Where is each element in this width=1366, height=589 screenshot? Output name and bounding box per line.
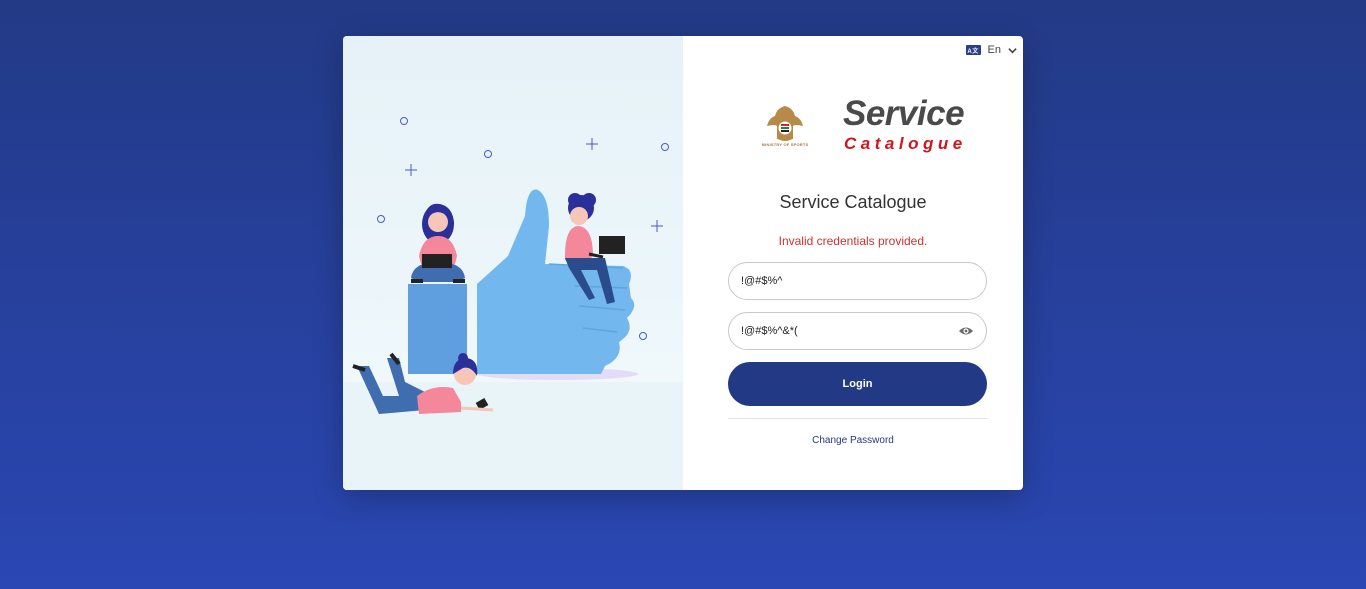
login-panel: A文 En MINISTRY OF SPORTS Service Catalog…: [683, 36, 1023, 490]
login-card: A文 En MINISTRY OF SPORTS Service Catalog…: [343, 36, 1023, 490]
translate-icon: A文: [965, 45, 981, 55]
emblem-caption: MINISTRY OF SPORTS: [761, 142, 809, 147]
eye-icon[interactable]: [958, 325, 974, 337]
thumbs-up-illustration: [343, 117, 683, 490]
username-input[interactable]: [741, 275, 974, 287]
chevron-down-icon: [1008, 47, 1017, 53]
error-message: Invalid credentials provided.: [778, 234, 928, 248]
change-password-link[interactable]: Change Password: [683, 435, 1023, 446]
language-selector[interactable]: A文 En: [965, 44, 1017, 56]
illustration-panel: [343, 36, 683, 490]
brand-logo: MINISTRY OF SPORTS Service Catalogue: [755, 94, 995, 158]
password-field[interactable]: [728, 312, 987, 350]
username-field[interactable]: [728, 262, 987, 300]
brand-name: Service: [843, 94, 965, 133]
brand-subtitle: Catalogue: [844, 134, 967, 153]
language-label: En: [987, 44, 1001, 56]
login-button[interactable]: Login: [728, 362, 987, 406]
page-title: Service Catalogue: [779, 192, 927, 212]
divider: [728, 418, 987, 419]
password-input[interactable]: [741, 325, 958, 337]
